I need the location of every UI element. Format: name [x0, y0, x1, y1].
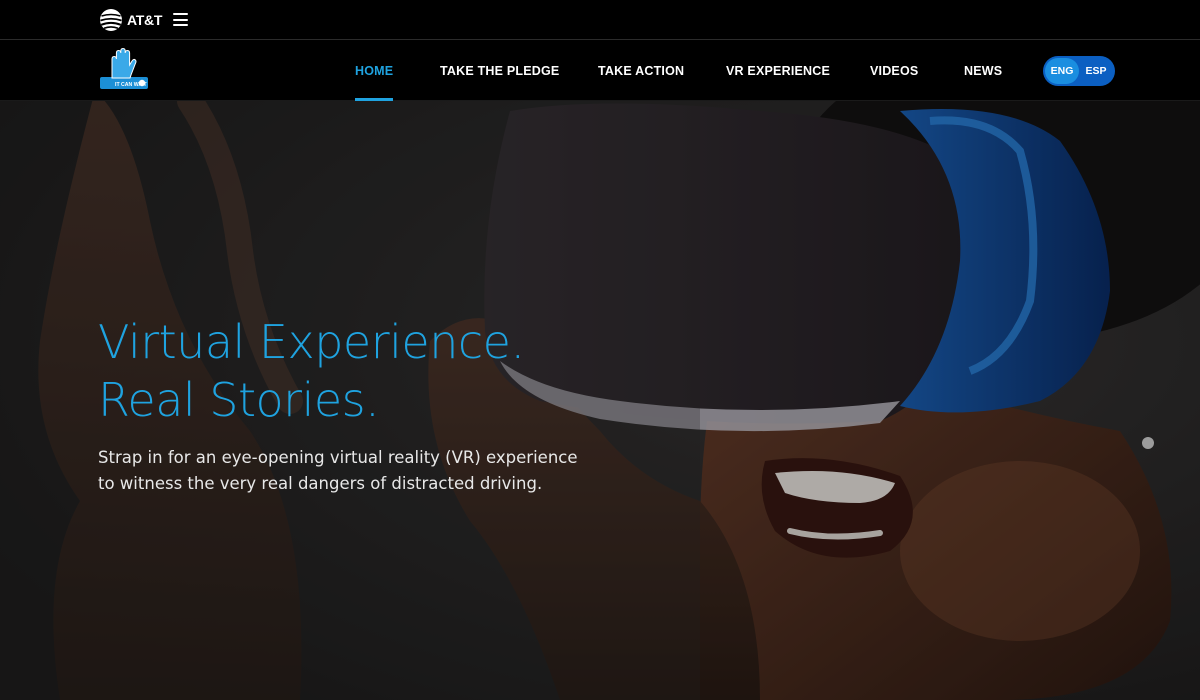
nav-item-take-action[interactable]: TAKE ACTION	[598, 41, 684, 101]
hero-title: Virtual Experience. Real Stories.	[98, 313, 658, 429]
language-option-eng[interactable]: ENG	[1045, 58, 1079, 84]
nav-item-videos[interactable]: VIDEOS	[870, 41, 918, 101]
nav-item-news[interactable]: NEWS	[964, 41, 1002, 101]
language-toggle: ENG ESP	[1043, 56, 1115, 86]
hero-subtitle: Strap in for an eye-opening virtual real…	[98, 448, 578, 493]
nav-item-take-the-pledge[interactable]: TAKE THE PLEDGE	[440, 41, 559, 101]
hero-title-line-1: Virtual Experience.	[98, 315, 525, 369]
hero-title-line-2: Real Stories.	[98, 373, 380, 427]
nav-item-vr-experience[interactable]: VR EXPERIENCE	[726, 41, 830, 101]
utility-bar: AT&T	[0, 0, 1200, 40]
main-nav: IT CAN WAIT HOME TAKE THE PLEDGE TAKE AC…	[0, 41, 1200, 101]
it-can-wait-logo-icon[interactable]: IT CAN WAIT	[98, 47, 150, 91]
nav-item-home[interactable]: HOME	[355, 41, 394, 101]
att-brand-text: AT&T	[127, 12, 163, 28]
hamburger-menu-icon[interactable]	[173, 13, 188, 26]
language-option-esp[interactable]: ESP	[1079, 58, 1113, 84]
att-logo[interactable]: AT&T	[99, 8, 162, 32]
hero-copy: Virtual Experience. Real Stories. Strap …	[98, 313, 658, 497]
att-globe-icon	[100, 9, 122, 31]
hero-section: Virtual Experience. Real Stories. Strap …	[0, 101, 1200, 700]
